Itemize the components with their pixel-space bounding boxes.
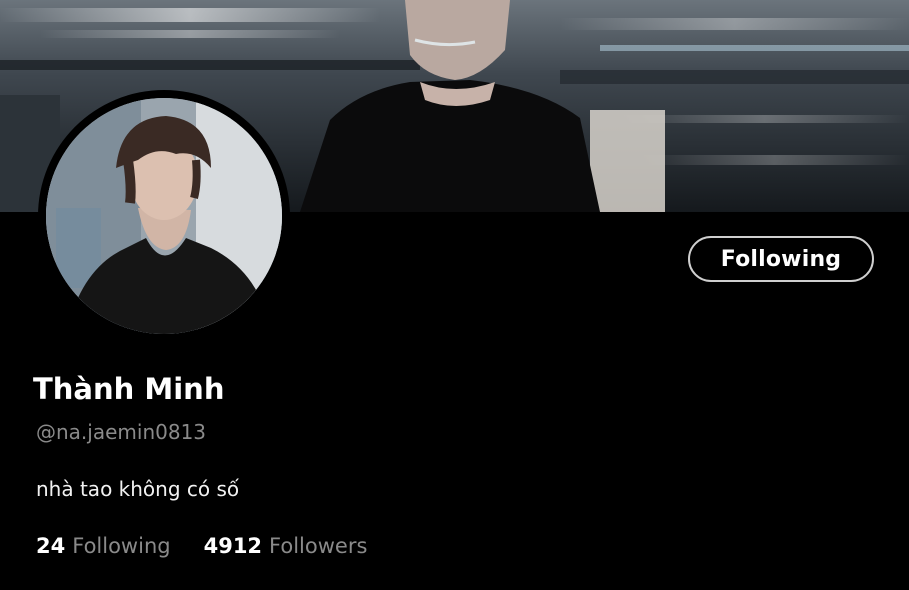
follow-stats: 24 Following 4912 Followers (36, 534, 367, 558)
profile-bio: nhà tao không có số (36, 477, 240, 501)
avatar[interactable] (46, 98, 282, 334)
display-name: Thành Minh (33, 372, 225, 406)
username-handle: @na.jaemin0813 (36, 420, 207, 444)
followers-label: Followers (269, 534, 368, 558)
following-count: 24 (36, 534, 66, 558)
followers-count: 4912 (203, 534, 263, 558)
avatar-ring (38, 90, 290, 342)
followers-stat-link[interactable]: 4912 Followers (204, 534, 368, 558)
following-stat-link[interactable]: 24 Following (36, 534, 171, 558)
avatar-photo (46, 98, 282, 334)
following-label: Following (72, 534, 171, 558)
profile-page: Following Thành Minh @na.jaemin0813 nhà … (0, 0, 909, 590)
following-button[interactable]: Following (688, 236, 874, 282)
